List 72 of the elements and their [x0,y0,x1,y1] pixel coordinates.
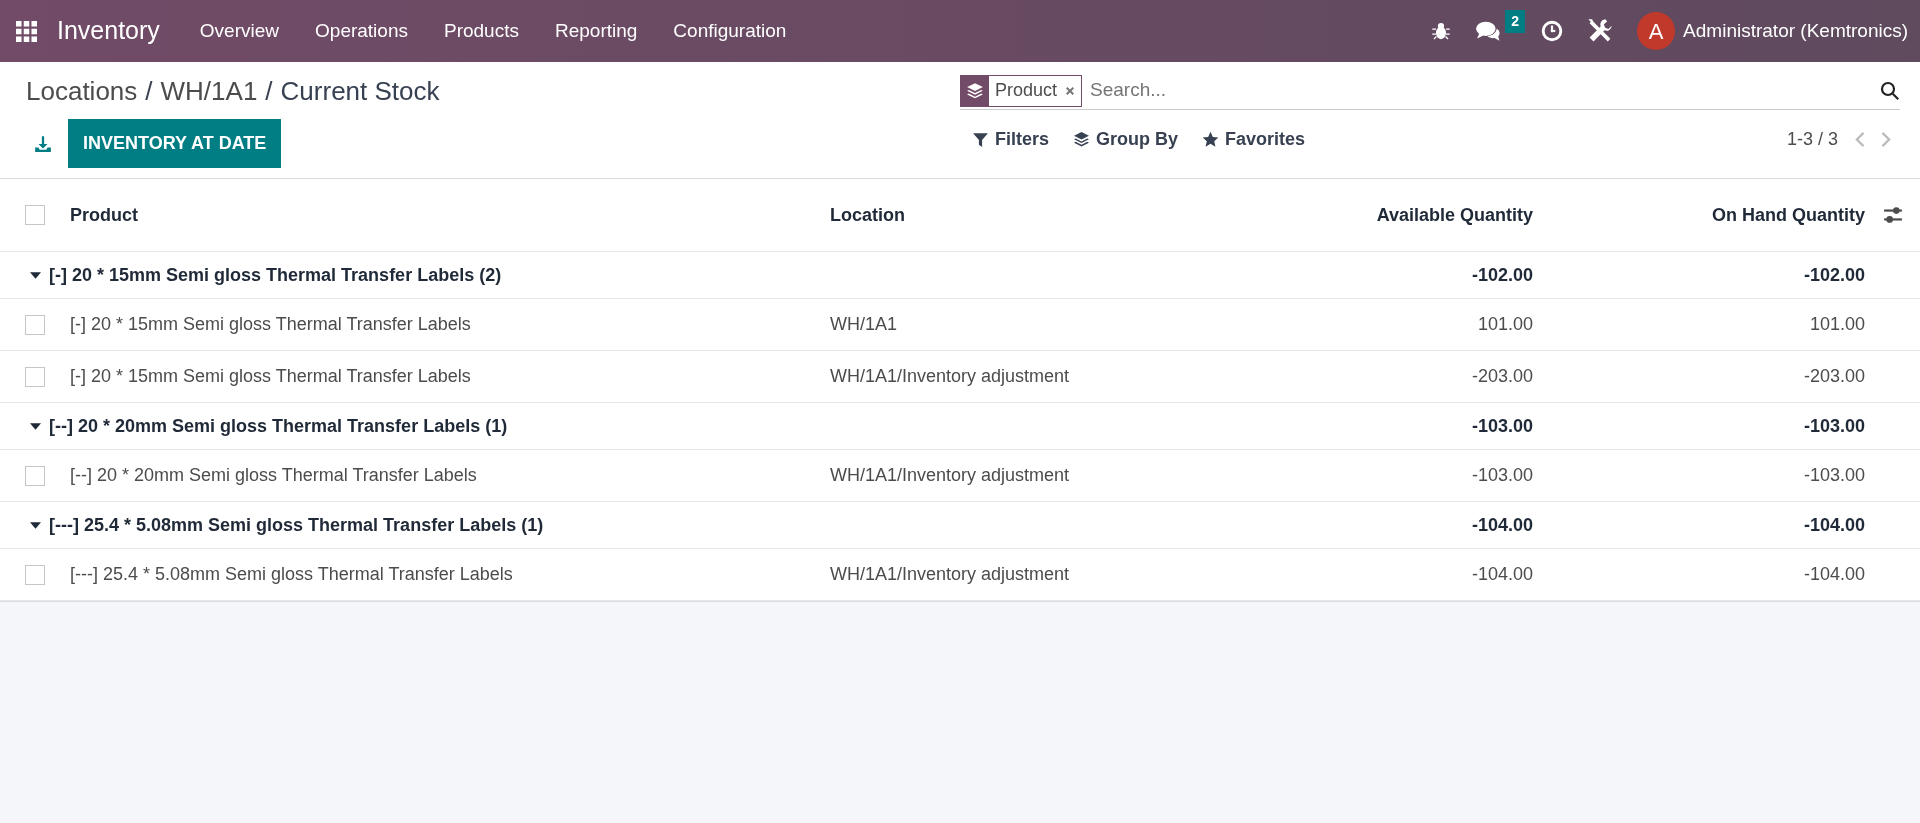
product-cell: [--] 20 * 20mm Semi gloss Thermal Transfer Labels [70,465,477,485]
user-name[interactable]: Administrator (Kemtronics) [1683,16,1908,46]
app-title[interactable]: Inventory [37,12,182,50]
group-label[interactable]: [-] 20 * 15mm Semi gloss Thermal Transfer Labels (2) [49,261,502,289]
apps-menu-icon[interactable] [16,20,37,42]
breadcrumb-current: Current Stock [280,75,440,108]
search-option-button[interactable]: Group By [1061,126,1191,153]
menu-link[interactable]: Reporting [536,16,656,46]
bug-icon[interactable] [1431,21,1452,41]
quantity-cell: -203.00 [1803,366,1865,386]
facet-label: Product [995,79,1058,102]
quantity-cell: -103.00 [1471,465,1533,485]
group-total: -104.00 [1803,514,1865,535]
select-all-checkbox[interactable] [25,205,45,225]
row-checkbox[interactable] [25,314,45,335]
user-avatar[interactable]: A [1637,12,1676,50]
product-cell: [---] 25.4 * 5.08mm Semi gloss Thermal Transfer Labels [70,564,513,584]
search-icon[interactable] [1880,80,1900,101]
remove-facet-icon[interactable] [1065,85,1076,96]
row-checkbox[interactable] [25,564,45,585]
location-cell: WH/1A1/Inventory adjustment [830,564,1070,584]
tools-icon[interactable] [1587,18,1614,44]
breadcrumb-separator: / [145,75,153,108]
column-header[interactable]: Available Quantity [1376,204,1533,225]
group-total: -103.00 [1803,415,1865,436]
product-cell: [-] 20 * 15mm Semi gloss Thermal Transfer Labels [70,366,471,386]
filter-icon [972,131,989,148]
column-settings-icon[interactable] [1882,206,1903,224]
chat-icon[interactable] [1475,20,1502,42]
quantity-cell: -203.00 [1471,366,1533,386]
location-cell: WH/1A1 [830,314,898,334]
inventory-at-date-button[interactable]: INVENTORY AT DATE [68,119,282,168]
quantity-cell: 101.00 [1477,314,1533,334]
group-total: -102.00 [1803,264,1865,285]
column-header[interactable]: Product [70,204,138,225]
row-checkbox[interactable] [25,465,45,486]
menu-link[interactable]: Overview [181,16,298,46]
product-cell: [-] 20 * 15mm Semi gloss Thermal Transfer Labels [70,314,471,334]
star-icon [1202,131,1220,148]
row-checkbox[interactable] [25,366,45,387]
search-option-button[interactable]: Filters [960,126,1062,153]
location-cell: WH/1A1/Inventory adjustment [830,465,1070,485]
search-field[interactable]: Product Search... [960,72,1900,110]
group-total: -104.00 [1471,514,1533,535]
caret-down-icon[interactable] [30,519,41,531]
clock-icon[interactable] [1541,20,1564,42]
quantity-cell: -104.00 [1803,564,1865,584]
caret-down-icon[interactable] [30,269,41,281]
column-header[interactable]: Location [830,204,905,225]
unread-count-badge: 2 [1505,10,1526,33]
menu-link[interactable]: Configuration [655,16,805,46]
quantity-cell: -104.00 [1471,564,1533,584]
group-total: -103.00 [1471,415,1533,436]
menu-link[interactable]: Operations [297,16,426,46]
pager-value[interactable]: 1-3 / 3 [1786,126,1838,153]
quantity-cell: 101.00 [1809,314,1865,334]
location-cell: WH/1A1/Inventory adjustment [830,366,1070,386]
quantity-cell: -103.00 [1803,465,1865,485]
search-facet[interactable]: Product [960,74,1083,107]
group-total: -102.00 [1471,264,1533,285]
column-header[interactable]: On Hand Quantity [1712,204,1865,225]
layers-icon [1073,131,1091,148]
search-option-button[interactable]: Favorites [1190,126,1318,153]
download-icon [34,135,52,154]
breadcrumb-separator: / [265,75,273,108]
breadcrumb-link[interactable]: Locations [26,72,138,111]
group-label[interactable]: [---] 25.4 * 5.08mm Semi gloss Thermal Transfer Labels (1) [49,511,544,539]
layers-icon [966,81,984,100]
group-label[interactable]: [--] 20 * 20mm Semi gloss Thermal Transfer Labels (1) [49,412,508,440]
menu-link[interactable]: Products [426,16,537,46]
breadcrumb-link[interactable]: WH/1A1 [160,72,258,111]
caret-down-icon[interactable] [30,420,41,432]
